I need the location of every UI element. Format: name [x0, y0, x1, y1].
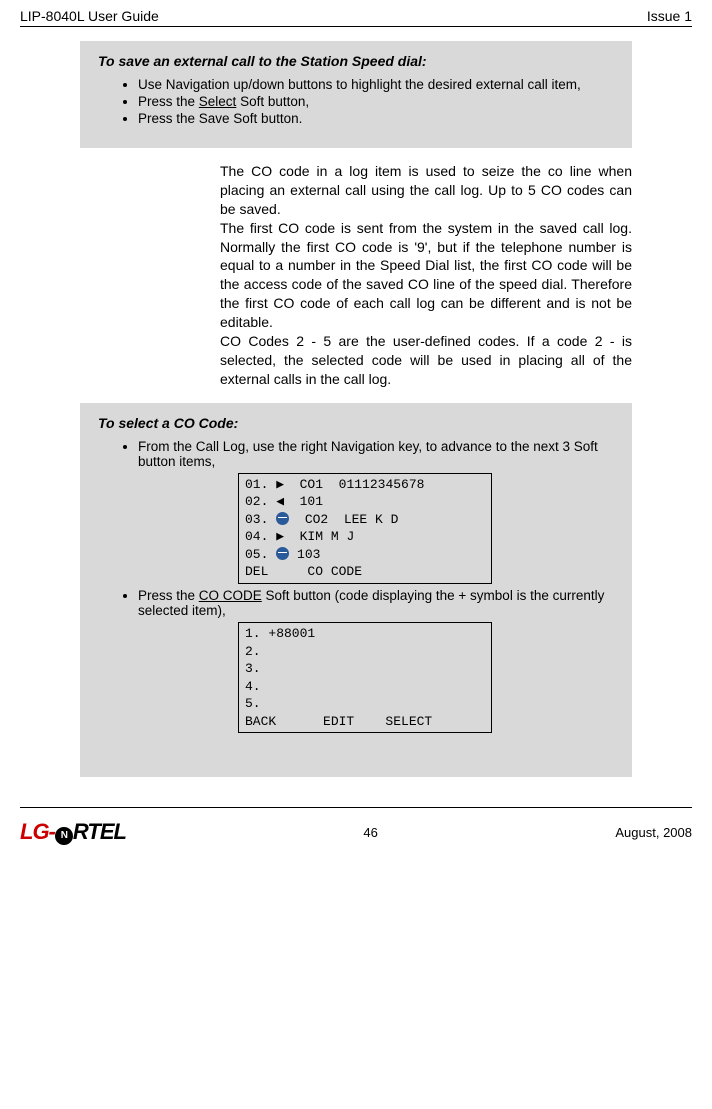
- page-number: 46: [363, 825, 377, 840]
- list-item: Press the Select Soft button,: [138, 94, 614, 109]
- paragraph: CO Codes 2 - 5 are the user-defined code…: [220, 332, 632, 389]
- screen-row: 04. ▶ KIM M J: [245, 528, 485, 546]
- box2-list: From the Call Log, use the right Navigat…: [98, 439, 614, 734]
- box1-list: Use Navigation up/down buttons to highli…: [98, 77, 614, 126]
- screen-row: 05. 103: [245, 546, 485, 564]
- page-footer: LG-NRTEL 46 August, 2008: [20, 807, 692, 852]
- screen-row: 3.: [245, 660, 485, 678]
- box-save-external-call: To save an external call to the Station …: [80, 41, 632, 148]
- screen-row: 2.: [245, 643, 485, 661]
- logo-nortel-text: RTEL: [73, 819, 126, 844]
- phone-screen-1: 01. ▶ CO1 01112345678 02. ◀ 101 03. CO2 …: [238, 473, 492, 584]
- page-header: LIP-8040L User Guide Issue 1: [20, 0, 692, 27]
- paragraph: The first CO code is sent from the syste…: [220, 219, 632, 332]
- phone-screen-2: 1. +88001 2. 3. 4. 5. BACK EDIT SELECT: [238, 622, 492, 733]
- lg-nortel-logo: LG-NRTEL: [20, 819, 126, 845]
- list-item: Use Navigation up/down buttons to highli…: [138, 77, 614, 92]
- globe-icon: [276, 512, 289, 525]
- paragraph: The CO code in a log item is used to sei…: [220, 162, 632, 219]
- item-text: Press the CO CODE Soft button (code disp…: [138, 588, 604, 618]
- header-left: LIP-8040L User Guide: [20, 8, 159, 24]
- header-right: Issue 1: [647, 8, 692, 24]
- list-item: From the Call Log, use the right Navigat…: [138, 439, 614, 584]
- list-item: Press the Save Soft button.: [138, 111, 614, 126]
- list-item: Press the CO CODE Soft button (code disp…: [138, 588, 614, 733]
- item-text: From the Call Log, use the right Navigat…: [138, 439, 598, 469]
- screen-row: DEL CO CODE: [245, 563, 485, 581]
- logo-swirl-icon: N: [55, 827, 73, 845]
- screen-row: 4.: [245, 678, 485, 696]
- screen-row: BACK EDIT SELECT: [245, 713, 485, 731]
- box1-title: To save an external call to the Station …: [98, 53, 614, 69]
- logo-lg-text: LG-: [20, 819, 55, 844]
- box-select-co-code: To select a CO Code: From the Call Log, …: [80, 403, 632, 778]
- screen-row: 01. ▶ CO1 01112345678: [245, 476, 485, 494]
- screen-row: 03. CO2 LEE K D: [245, 511, 485, 529]
- globe-icon: [276, 547, 289, 560]
- box2-title: To select a CO Code:: [98, 415, 614, 431]
- screen-row: 5.: [245, 695, 485, 713]
- screen-row: 1. +88001: [245, 625, 485, 643]
- footer-date: August, 2008: [615, 825, 692, 840]
- screen-row: 02. ◀ 101: [245, 493, 485, 511]
